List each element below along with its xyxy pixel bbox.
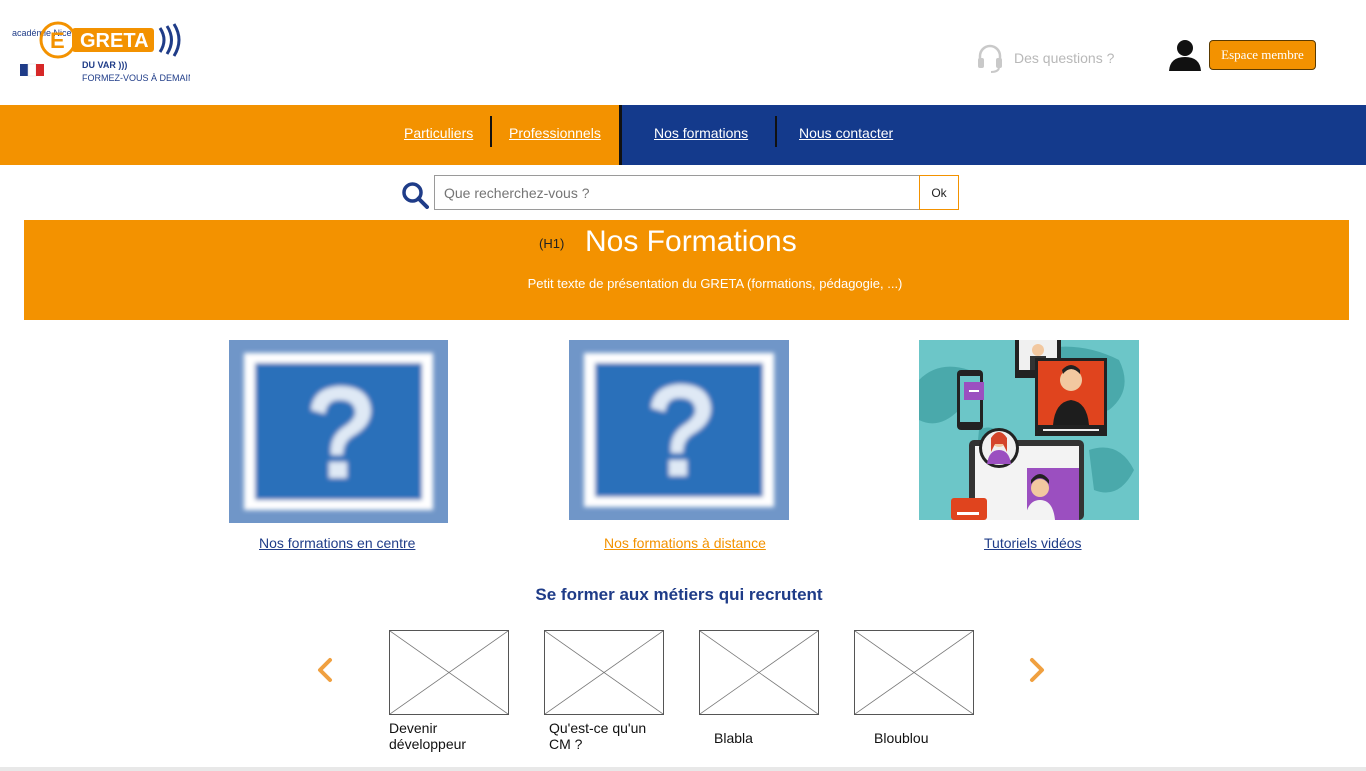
carousel-item-label[interactable]: Qu'est-ce qu'un CM ? [549,720,646,752]
logo-tagline-1: DU VAR ))) [82,60,127,70]
carousel-item-label-line: Blabla [714,730,753,746]
greta-logo-icon: académie Nice E GRETA DU VAR ))) FORMEZ-… [12,21,195,83]
logo-brand-text: GRETA [80,30,149,52]
image-placeholder-icon [390,631,508,714]
nav-divider [619,105,622,165]
section-title-row: Se former aux métiers qui recrutent [0,585,1366,605]
video-tutorial-illustration-icon [919,340,1139,520]
card-image-tutoriels[interactable] [919,340,1139,520]
logo-tagline-2: FORMEZ-VOUS À DEMAIN [82,73,190,83]
nav-divider [775,116,777,147]
headset-icon [978,44,1002,73]
nav-divider [490,116,492,147]
questions-label: Des questions ? [1014,50,1115,66]
search-ok-button[interactable]: Ok [919,175,959,210]
greta-logo[interactable]: académie Nice E GRETA DU VAR ))) FORMEZ-… [10,12,195,88]
carousel-item-label-line: Bloublou [874,730,929,746]
card-link-formations-centre[interactable]: Nos formations en centre [259,535,415,551]
carousel-item-image[interactable] [854,630,974,715]
user-icon[interactable] [1168,38,1202,72]
image-placeholder-icon [545,631,663,714]
banner-subtitle: Petit texte de présentation du GRETA (fo… [527,276,903,291]
nav-item-professionnels[interactable]: Professionnels [509,125,601,141]
svg-text:E: E [50,28,65,53]
carousel-item-label-line: Devenir [389,720,438,736]
nav-item-particuliers[interactable]: Particuliers [404,125,473,141]
questions-link[interactable]: Des questions ? [976,42,1114,74]
question-mark-icon [229,340,448,523]
carousel-item-label-line: Qu'est-ce qu'un [549,720,647,736]
carousel-prev-arrow-icon[interactable] [314,656,336,684]
member-area-button[interactable]: Espace membre [1209,40,1316,70]
nav-item-nos-formations[interactable]: Nos formations [654,125,748,141]
carousel-item-label[interactable]: Devenir développeur [389,720,466,752]
search-input[interactable] [434,175,920,210]
image-placeholder-icon [855,631,973,714]
card-link-formations-distance[interactable]: Nos formations à distance [604,535,766,551]
card-image-centre[interactable] [229,340,448,523]
page-title: Nos Formations [585,225,797,258]
carousel-next-arrow-icon[interactable] [1026,656,1048,684]
question-mark-icon [569,340,789,520]
carousel-item-label-line: développeur [389,736,467,752]
nav-item-nous-contacter[interactable]: Nous contacter [799,125,893,141]
carousel-item-image[interactable] [544,630,664,715]
carousel-item-image[interactable] [699,630,819,715]
carousel-item-label[interactable]: Blabla [714,730,753,746]
h1-tag: (H1) [539,236,565,251]
carousel-item-label[interactable]: Bloublou [874,730,929,746]
search-icon[interactable] [401,181,429,209]
carousel-item-image[interactable] [389,630,509,715]
page-bottom-border [0,767,1366,771]
section-title: Se former aux métiers qui recrutent [535,585,823,604]
image-placeholder-icon [700,631,818,714]
card-image-distance[interactable] [569,340,789,520]
banner-subtitle-row: Petit texte de présentation du GRETA (fo… [0,276,1366,291]
card-link-tutoriels-videos[interactable]: Tutoriels vidéos [984,535,1082,551]
carousel-item-label-line: CM ? [549,736,583,752]
